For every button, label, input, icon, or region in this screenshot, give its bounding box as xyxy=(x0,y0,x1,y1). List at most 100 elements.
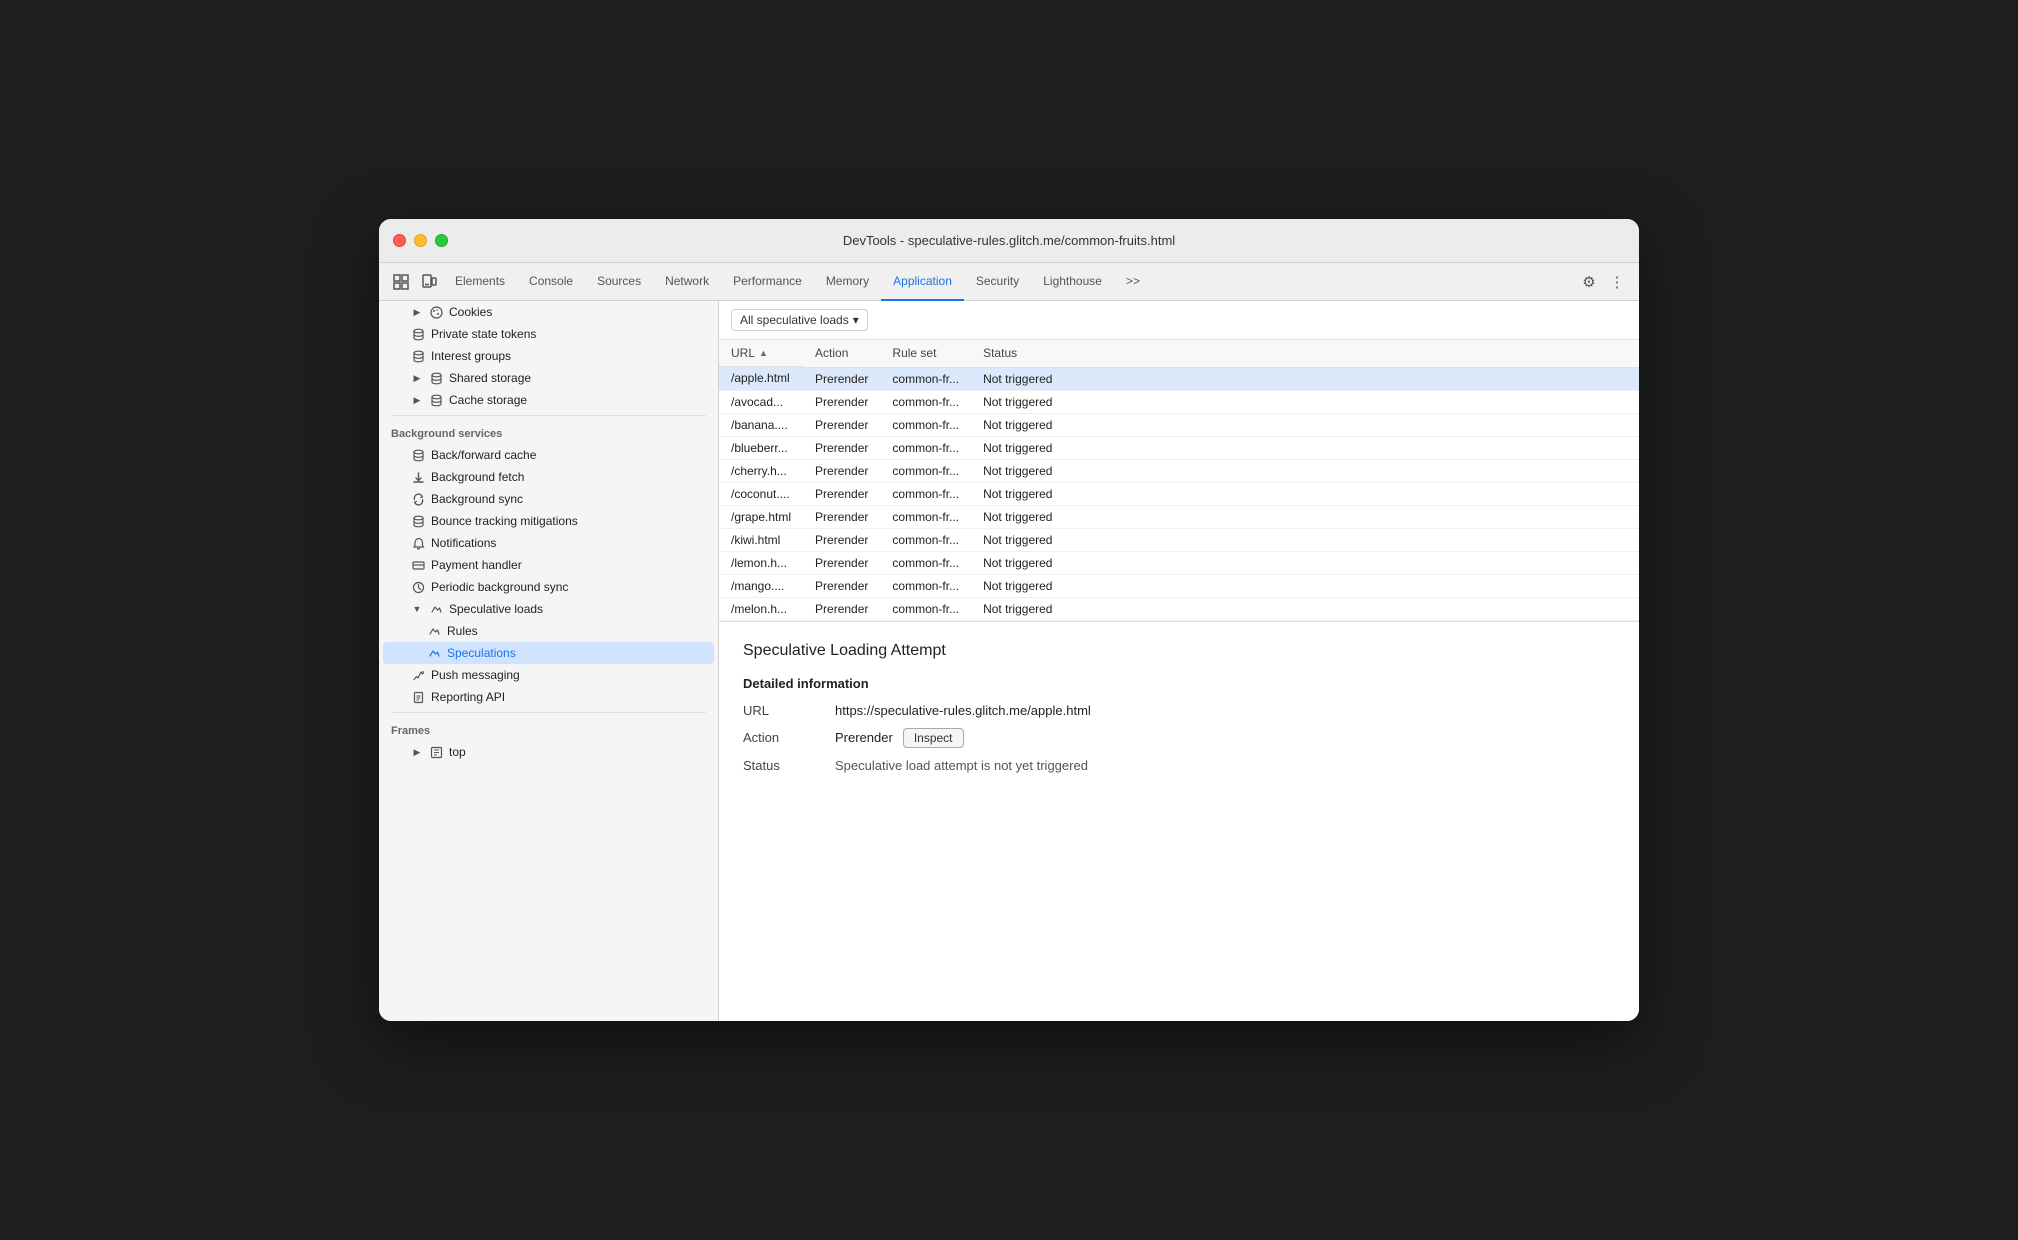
col-url: URL ▲ xyxy=(719,340,803,367)
settings-icon[interactable]: ⚙ xyxy=(1575,268,1603,296)
back-forward-cache-label: Back/forward cache xyxy=(431,448,536,462)
tab-performance[interactable]: Performance xyxy=(721,263,814,301)
sync-icon xyxy=(411,492,425,506)
col-action: Action xyxy=(803,340,880,367)
card-icon xyxy=(411,558,425,572)
cell-url: /avocad... xyxy=(719,390,803,413)
sidebar-item-cache-storage[interactable]: ▶ Cache storage xyxy=(383,389,714,411)
speculative-loads-table: URL ▲ Action Rule set Status /apple.html… xyxy=(719,340,1639,621)
action-label: Action xyxy=(743,730,823,745)
table-body: /apple.html Prerender common-fr... Not t… xyxy=(719,367,1639,620)
tab-security[interactable]: Security xyxy=(964,263,1031,301)
cell-url: /blueberr... xyxy=(719,436,803,459)
sidebar-item-back-forward-cache[interactable]: Back/forward cache xyxy=(383,444,714,466)
cell-url: /melon.h... xyxy=(719,597,803,620)
inspector-icon[interactable] xyxy=(387,268,415,296)
tab-application[interactable]: Application xyxy=(881,263,964,301)
tab-console[interactable]: Console xyxy=(517,263,585,301)
sidebar-divider2 xyxy=(391,712,706,713)
table-row[interactable]: /avocad... Prerender common-fr... Not tr… xyxy=(719,390,1639,413)
expand-arrow-icon: ▶ xyxy=(411,306,423,318)
database-icon xyxy=(411,327,425,341)
table-row[interactable]: /grape.html Prerender common-fr... Not t… xyxy=(719,505,1639,528)
table-row[interactable]: /lemon.h... Prerender common-fr... Not t… xyxy=(719,551,1639,574)
close-button[interactable] xyxy=(393,234,406,247)
fetch-icon xyxy=(411,470,425,484)
sidebar-item-bounce-tracking[interactable]: Bounce tracking mitigations xyxy=(383,510,714,532)
sidebar-item-interest-groups[interactable]: Interest groups xyxy=(383,345,714,367)
expand-arrow-shared-icon: ▶ xyxy=(411,372,423,384)
table-row[interactable]: /melon.h... Prerender common-fr... Not t… xyxy=(719,597,1639,620)
bounce-tracking-label: Bounce tracking mitigations xyxy=(431,514,578,528)
sidebar-item-shared-storage[interactable]: ▶ Shared storage xyxy=(383,367,714,389)
push-messaging-label: Push messaging xyxy=(431,668,520,682)
tab-lighthouse[interactable]: Lighthouse xyxy=(1031,263,1114,301)
cell-action: Prerender xyxy=(803,574,880,597)
cache-storage-label: Cache storage xyxy=(449,393,527,407)
cell-ruleset: common-fr... xyxy=(880,551,971,574)
tab-more[interactable]: >> xyxy=(1114,263,1152,301)
table-row[interactable]: /cherry.h... Prerender common-fr... Not … xyxy=(719,459,1639,482)
sidebar-item-periodic-background-sync[interactable]: Periodic background sync xyxy=(383,576,714,598)
cell-status: Not triggered xyxy=(971,528,1639,551)
more-options-icon[interactable]: ⋮ xyxy=(1603,268,1631,296)
sidebar-item-top[interactable]: ▶ top xyxy=(383,741,714,763)
sidebar-item-speculative-loads[interactable]: ▼ Speculative loads xyxy=(383,598,714,620)
cookie-icon xyxy=(429,305,443,319)
cell-status: Not triggered xyxy=(971,367,1639,390)
tab-elements[interactable]: Elements xyxy=(443,263,517,301)
cell-url: /cherry.h... xyxy=(719,459,803,482)
cell-status: Not triggered xyxy=(971,551,1639,574)
tab-sources[interactable]: Sources xyxy=(585,263,653,301)
sidebar-item-payment-handler[interactable]: Payment handler xyxy=(383,554,714,576)
push-icon xyxy=(411,668,425,682)
sidebar-item-notifications[interactable]: Notifications xyxy=(383,532,714,554)
filter-label: All speculative loads xyxy=(740,313,849,327)
cell-ruleset: common-fr... xyxy=(880,597,971,620)
bell-icon xyxy=(411,536,425,550)
cell-url: /lemon.h... xyxy=(719,551,803,574)
filter-bar: All speculative loads ▾ xyxy=(719,301,1639,340)
content-panel: All speculative loads ▾ URL ▲ Action xyxy=(719,301,1639,1021)
notifications-label: Notifications xyxy=(431,536,496,550)
cell-url: /coconut.... xyxy=(719,482,803,505)
table-row[interactable]: /banana.... Prerender common-fr... Not t… xyxy=(719,413,1639,436)
table-row[interactable]: /coconut.... Prerender common-fr... Not … xyxy=(719,482,1639,505)
database-icon2 xyxy=(411,349,425,363)
table-row[interactable]: /mango.... Prerender common-fr... Not tr… xyxy=(719,574,1639,597)
detail-panel: Speculative Loading Attempt Detailed inf… xyxy=(719,621,1639,1022)
table-row[interactable]: /kiwi.html Prerender common-fr... Not tr… xyxy=(719,528,1639,551)
cell-action: Prerender xyxy=(803,436,880,459)
sidebar-item-reporting-api[interactable]: Reporting API xyxy=(383,686,714,708)
cell-status: Not triggered xyxy=(971,574,1639,597)
cell-status: Not triggered xyxy=(971,436,1639,459)
sidebar-item-push-messaging[interactable]: Push messaging xyxy=(383,664,714,686)
device-toolbar-icon[interactable] xyxy=(415,268,443,296)
titlebar: DevTools - speculative-rules.glitch.me/c… xyxy=(379,219,1639,263)
sidebar-item-background-fetch[interactable]: Background fetch xyxy=(383,466,714,488)
tab-network[interactable]: Network xyxy=(653,263,721,301)
cell-ruleset: common-fr... xyxy=(880,574,971,597)
devtools-tab-bar: Elements Console Sources Network Perform… xyxy=(379,263,1639,301)
action-value: Prerender xyxy=(835,730,893,745)
payment-handler-label: Payment handler xyxy=(431,558,522,572)
sidebar-item-rules[interactable]: Rules xyxy=(383,620,714,642)
sidebar-item-private-state-tokens[interactable]: Private state tokens xyxy=(383,323,714,345)
filter-dropdown-icon: ▾ xyxy=(853,313,859,327)
sidebar-item-cookies[interactable]: ▶ Cookies xyxy=(383,301,714,323)
tab-memory[interactable]: Memory xyxy=(814,263,881,301)
filter-select[interactable]: All speculative loads ▾ xyxy=(731,309,868,331)
background-services-section: Background services xyxy=(379,420,718,444)
sidebar-item-background-sync[interactable]: Background sync xyxy=(383,488,714,510)
minimize-button[interactable] xyxy=(414,234,427,247)
table-row[interactable]: /apple.html Prerender common-fr... Not t… xyxy=(719,367,1639,390)
shared-storage-label: Shared storage xyxy=(449,371,531,385)
devtools-window: DevTools - speculative-rules.glitch.me/c… xyxy=(379,219,1639,1021)
maximize-button[interactable] xyxy=(435,234,448,247)
table-row[interactable]: /blueberr... Prerender common-fr... Not … xyxy=(719,436,1639,459)
expand-arrow-speculative-icon: ▼ xyxy=(411,603,423,615)
inspect-button[interactable]: Inspect xyxy=(903,728,964,748)
detail-url-row: URL https://speculative-rules.glitch.me/… xyxy=(743,703,1615,718)
sidebar-item-speculations[interactable]: Speculations xyxy=(383,642,714,664)
cell-ruleset: common-fr... xyxy=(880,390,971,413)
